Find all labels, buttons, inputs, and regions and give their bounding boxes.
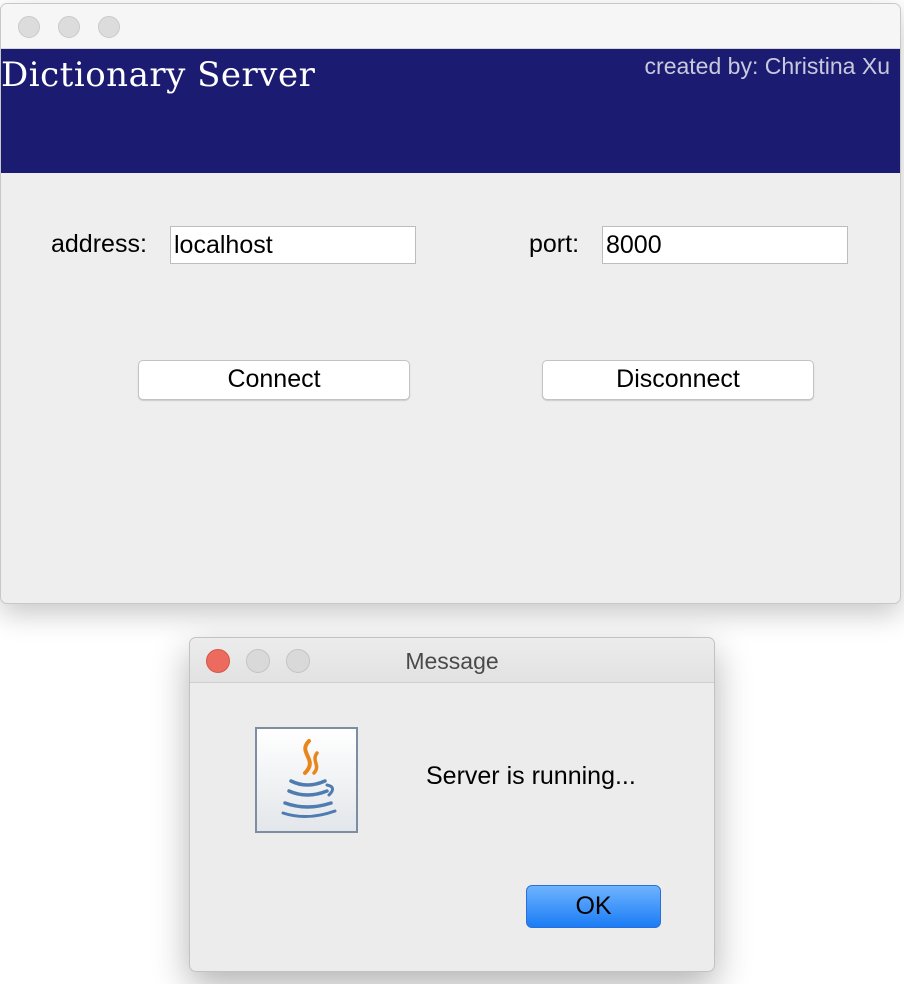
author-credit: created by: Christina Xu xyxy=(644,53,890,79)
dialog-message: Server is running... xyxy=(426,762,636,790)
header-banner: Dictionary Server created by: Christina … xyxy=(1,49,900,173)
ok-button[interactable]: OK xyxy=(526,885,661,928)
close-icon[interactable] xyxy=(18,16,40,38)
dialog-title: Message xyxy=(405,648,499,674)
main-window: Dictionary Server created by: Christina … xyxy=(0,3,901,604)
main-titlebar[interactable] xyxy=(1,4,900,49)
connect-button[interactable]: Connect xyxy=(138,360,410,400)
port-label: port: xyxy=(529,230,580,258)
minimize-icon[interactable] xyxy=(58,16,80,38)
message-dialog: Message Server is running... OK xyxy=(189,637,715,972)
disconnect-button[interactable]: Disconnect xyxy=(542,360,814,400)
app-title: Dictionary Server xyxy=(1,55,316,95)
address-input[interactable] xyxy=(170,226,416,264)
port-input[interactable] xyxy=(602,226,848,264)
address-label: address: xyxy=(51,230,147,258)
maximize-icon[interactable] xyxy=(98,16,120,38)
java-icon xyxy=(255,727,358,833)
dialog-titlebar[interactable]: Message xyxy=(190,638,714,683)
